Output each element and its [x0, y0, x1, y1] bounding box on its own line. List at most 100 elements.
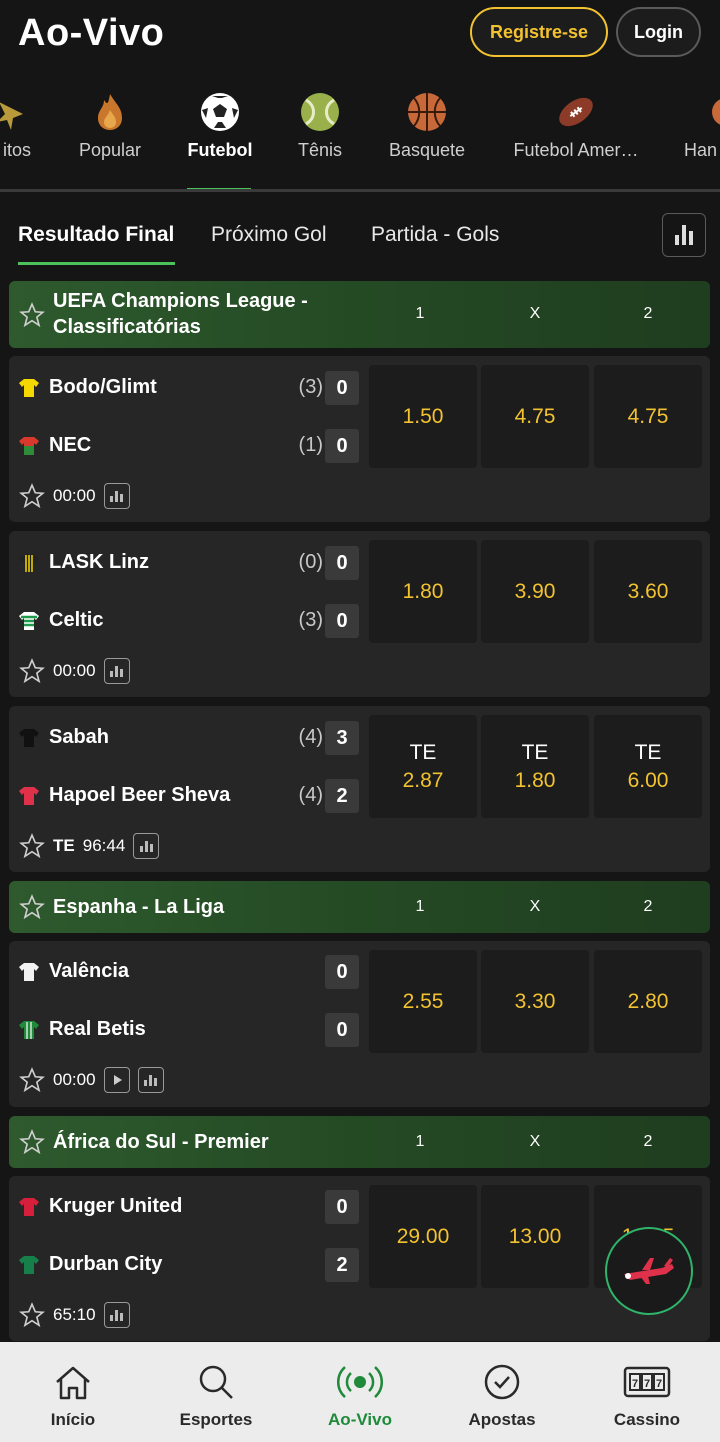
jersey-icon [19, 729, 39, 747]
stats-button[interactable] [133, 833, 160, 859]
column-away: 2 [643, 1133, 653, 1150]
star-icon[interactable] [19, 302, 45, 328]
odds-button-home[interactable]: 29.00 [369, 1185, 477, 1288]
fire-icon [90, 92, 130, 132]
away-team-row: Celtic (3) 0 [9, 601, 369, 641]
register-button[interactable]: Registre-se [470, 7, 608, 57]
column-draw: X [529, 1133, 541, 1150]
league-name: UEFA Champions League - Classificatórias [53, 290, 308, 338]
sport-item-futebol[interactable]: Futebol [180, 92, 260, 189]
away-team-row: Real Betis 0 [9, 1010, 369, 1050]
star-icon [0, 92, 37, 132]
star-icon[interactable] [19, 1067, 45, 1093]
jersey-icon [19, 1021, 39, 1039]
score-box: 0 [325, 1190, 359, 1224]
score-box: 2 [325, 1248, 359, 1282]
nav-esportes[interactable]: Esportes [146, 1360, 286, 1430]
score-box: 0 [325, 371, 359, 405]
odds-button-away[interactable]: 2.80 [594, 950, 702, 1053]
odds-button-draw[interactable]: TE 1.80 [481, 715, 589, 818]
odds-button-draw[interactable]: 3.30 [481, 950, 589, 1053]
score-box: 0 [325, 429, 359, 463]
svg-text:7: 7 [644, 1378, 650, 1390]
nav-cassino[interactable]: 777 Cassino [577, 1360, 717, 1430]
tab-partida-gols[interactable]: Partida - Gols [371, 223, 499, 247]
stats-button[interactable] [103, 1302, 130, 1328]
match-card[interactable]: Kruger United 0 Durban City 2 65:10 29.0… [9, 1176, 710, 1341]
bottom-nav: Início Esportes Ao-Vivo Apostas 777 Cass… [0, 1342, 720, 1442]
column-home: 1 [415, 898, 425, 915]
odds-button-home[interactable]: 1.50 [369, 365, 477, 468]
score-box: 0 [325, 955, 359, 989]
match-time: 65:10 [53, 1305, 96, 1324]
match-card[interactable]: Sabah (4) 3 Hapoel Beer Sheva (4) 2 TE 9… [9, 706, 710, 872]
stats-button[interactable] [103, 658, 130, 684]
score-box: 0 [325, 604, 359, 638]
play-icon[interactable] [103, 1067, 130, 1093]
match-card[interactable]: LASK Linz (0) 0 Celtic (3) 0 00:00 1.80 … [9, 531, 710, 697]
sport-item-basquete[interactable]: Basquete [382, 92, 472, 189]
soccer-ball-icon [200, 92, 240, 132]
home-team-row: Sabah (4) 3 [9, 718, 369, 758]
live-broadcast-icon [290, 1360, 430, 1404]
match-time: 00:00 [53, 661, 96, 680]
star-icon[interactable] [19, 1129, 45, 1155]
odds-button-away[interactable]: TE 6.00 [594, 715, 702, 818]
tab-resultado-final[interactable]: Resultado Final [18, 223, 174, 247]
airplane-icon [624, 1258, 674, 1284]
away-team-row: Durban City 2 [9, 1245, 369, 1285]
match-card[interactable]: Bodo/Glimt (3) 0 NEC (1) 0 00:00 1.50 4.… [9, 356, 710, 522]
sport-item-handebol[interactable]: Han [684, 92, 720, 189]
svg-text:7: 7 [656, 1378, 662, 1390]
league-header[interactable]: UEFA Champions League - Classificatórias… [9, 281, 710, 348]
login-button[interactable]: Login [616, 7, 701, 57]
score-box: 0 [325, 1013, 359, 1047]
odds-button-draw[interactable]: 3.90 [481, 540, 589, 643]
league-name: África do Sul - Premier [53, 1131, 269, 1153]
nav-apostas[interactable]: Apostas [432, 1360, 572, 1430]
nav-ao-vivo[interactable]: Ao-Vivo [290, 1360, 430, 1430]
match-card[interactable]: Valência 0 Real Betis 0 00:00 2.55 3.30 … [9, 941, 710, 1107]
sport-item-popular[interactable]: Popular [70, 92, 150, 189]
odds-button-draw[interactable]: 13.00 [481, 1185, 589, 1288]
match-meta: 00:00 [19, 657, 130, 685]
star-icon[interactable] [19, 833, 45, 859]
home-team-row: Bodo/Glimt (3) 0 [9, 368, 369, 408]
stats-button[interactable] [137, 1067, 164, 1093]
home-team-row: LASK Linz (0) 0 [9, 543, 369, 583]
league-header[interactable]: África do Sul - Premier 1 X 2 [9, 1116, 710, 1168]
odds-button-draw[interactable]: 4.75 [481, 365, 589, 468]
odds-button-home[interactable]: 2.55 [369, 950, 477, 1053]
odds-button-home[interactable]: 1.80 [369, 540, 477, 643]
page-title: Ao-Vivo [18, 12, 165, 54]
tab-proximo-gol[interactable]: Próximo Gol [211, 223, 327, 247]
app-header: Ao-Vivo Registre-se Login [0, 0, 720, 72]
svg-text:7: 7 [632, 1378, 638, 1390]
odds-button-away[interactable]: 3.60 [594, 540, 702, 643]
star-icon[interactable] [19, 483, 45, 509]
home-icon [3, 1360, 143, 1404]
nav-inicio[interactable]: Início [3, 1360, 143, 1430]
star-icon[interactable] [19, 894, 45, 920]
sport-item-favorites[interactable]: itos [0, 92, 42, 189]
column-home: 1 [415, 1133, 425, 1150]
match-meta: 65:10 [19, 1301, 130, 1329]
sport-item-futebol-americano[interactable]: Futebol Amer… [510, 92, 642, 189]
league-name: Espanha - La Liga [53, 896, 225, 918]
odds-button-home[interactable]: TE 2.87 [369, 715, 477, 818]
score-box: 3 [325, 721, 359, 755]
jersey-icon [19, 612, 39, 630]
aviator-game-button[interactable] [605, 1227, 693, 1315]
stats-button[interactable] [662, 213, 706, 257]
match-meta: 00:00 [19, 482, 130, 510]
jersey-icon [19, 787, 39, 805]
league-header[interactable]: Espanha - La Liga 1 X 2 [9, 881, 710, 933]
star-icon[interactable] [19, 658, 45, 684]
score-box: 0 [325, 546, 359, 580]
search-icon [146, 1360, 286, 1404]
stats-button[interactable] [103, 483, 130, 509]
sport-item-tenis[interactable]: Tênis [280, 92, 360, 189]
star-icon[interactable] [19, 1302, 45, 1328]
column-home: 1 [415, 305, 425, 322]
odds-button-away[interactable]: 4.75 [594, 365, 702, 468]
